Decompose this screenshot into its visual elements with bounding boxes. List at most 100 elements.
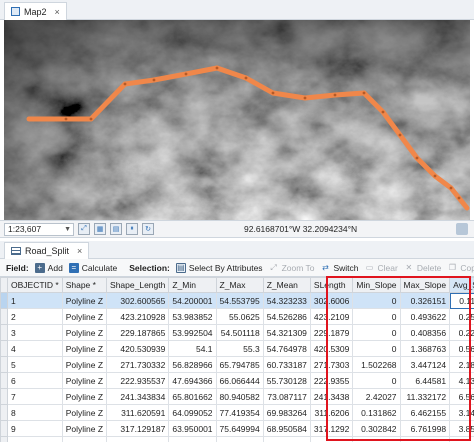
table-cell[interactable]: 0.408356 — [399, 324, 451, 341]
table-cell[interactable]: 55.0625 — [215, 308, 264, 325]
table-cell[interactable]: 75.649994 — [215, 420, 264, 437]
select-by-attributes-button[interactable]: ▤ Select By Attributes — [175, 262, 263, 273]
tab-map2[interactable]: Map2 × — [4, 2, 67, 20]
table-cell[interactable]: 1 — [7, 292, 63, 309]
table-row[interactable]: 10Polyline Z419.40424273.2405779.0975.87… — [0, 436, 474, 442]
table-row[interactable]: 2 Polyline Z 423.210928 53.983852 55.0625 54.… — [0, 308, 474, 325]
table-cell[interactable]: 229.187865 — [106, 324, 170, 341]
column-header-objectid[interactable]: OBJECTID * — [7, 277, 63, 293]
table-icon[interactable]: ▤ — [110, 223, 122, 235]
switch-selection-button[interactable]: ⇄ Switch — [320, 263, 358, 273]
table-cell[interactable]: 2 — [7, 308, 63, 325]
table-cell[interactable]: 55.730128 — [262, 372, 311, 389]
table-cell[interactable]: 54.1 — [168, 340, 217, 357]
column-header-avg-slope[interactable]: Avg_Slope — [449, 277, 474, 293]
table-row[interactable]: 3 Polyline Z 229.187865 53.992504 54.501118 5… — [0, 324, 474, 341]
row-selector[interactable] — [0, 308, 8, 325]
table-cell[interactable]: 0.453622 — [352, 436, 401, 442]
table-cell[interactable]: 302.6006 — [309, 292, 354, 309]
table-cell[interactable]: 302.600565 — [106, 292, 170, 309]
column-header-shape[interactable]: Shape * — [61, 277, 108, 293]
table-cell[interactable]: 0.258839 — [449, 308, 474, 325]
table-cell[interactable]: 4.131296 — [449, 372, 474, 389]
grid-icon[interactable]: ▦ — [94, 223, 106, 235]
table-row[interactable]: 9 Polyline Z 317.129187 63.950001 75.649994 6… — [0, 420, 474, 437]
table-cell[interactable]: 63.950001 — [168, 420, 217, 437]
table-cell[interactable]: 54.200001 — [168, 292, 217, 309]
table-cell[interactable]: Polyline Z — [61, 308, 108, 325]
table-cell[interactable]: 3 — [7, 324, 63, 341]
close-icon[interactable]: × — [55, 7, 60, 17]
table-cell[interactable]: 7 — [7, 388, 63, 405]
table-cell[interactable]: 2.181046 — [449, 356, 474, 373]
table-cell[interactable]: 6.44581 — [399, 372, 451, 389]
row-selector-header[interactable] — [0, 277, 8, 293]
table-cell[interactable]: 423.210928 — [106, 308, 170, 325]
table-cell[interactable]: 69.983264 — [262, 404, 311, 421]
column-header-slength[interactable]: SLength — [309, 277, 354, 293]
table-cell[interactable]: 222.935537 — [106, 372, 170, 389]
row-selector[interactable] — [0, 340, 8, 357]
table-cell[interactable]: 73.24057 — [168, 436, 217, 442]
table-cell[interactable]: 317.129187 — [106, 420, 170, 437]
table-cell[interactable]: 54.764978 — [262, 340, 311, 357]
table-cell[interactable]: 1.502268 — [352, 356, 401, 373]
table-cell[interactable]: 6 — [7, 372, 63, 389]
table-cell[interactable]: 420.530939 — [106, 340, 170, 357]
table-cell[interactable]: 7.859392 — [399, 436, 451, 442]
table-cell[interactable]: 53.983852 — [168, 308, 217, 325]
table-cell[interactable]: 47.694366 — [168, 372, 217, 389]
table-cell[interactable]: 241.343834 — [106, 388, 170, 405]
table-cell[interactable]: 0.221844 — [449, 324, 474, 341]
table-cell[interactable]: 0.326151 — [399, 292, 451, 309]
snapping-icon[interactable] — [456, 223, 468, 235]
row-selector[interactable] — [0, 292, 8, 309]
table-cell[interactable]: 3.857894 — [449, 420, 474, 437]
table-cell[interactable]: 79.09 — [215, 436, 264, 442]
zoom-to-button[interactable]: ⤢ Zoom To — [269, 263, 314, 273]
table-row[interactable]: 4 Polyline Z 420.530939 54.1 55.3 54.764978 42… — [0, 340, 474, 357]
table-cell[interactable]: 2.42027 — [352, 388, 401, 405]
table-row[interactable]: 7 Polyline Z 241.343834 65.801662 80.940582 7… — [0, 388, 474, 405]
row-selector[interactable] — [0, 420, 8, 437]
table-cell[interactable]: 419.4042 — [309, 436, 354, 442]
row-selector[interactable] — [0, 388, 8, 405]
column-header-z-mean[interactable]: Z_Mean — [262, 277, 311, 293]
table-cell[interactable]: 0.560304 — [449, 340, 474, 357]
table-cell[interactable]: 0.302842 — [352, 420, 401, 437]
table-cell[interactable]: 222.9355 — [309, 372, 354, 389]
row-selector[interactable] — [0, 324, 8, 341]
table-cell[interactable]: 66.066444 — [215, 372, 264, 389]
table-cell[interactable]: 0 — [352, 292, 401, 309]
road-segment[interactable] — [302, 92, 338, 101]
table-cell[interactable]: 0 — [352, 308, 401, 325]
delete-button[interactable]: ✕ Delete — [404, 263, 441, 273]
table-cell[interactable]: 6.761998 — [399, 420, 451, 437]
table-cell[interactable]: 271.730332 — [106, 356, 170, 373]
column-header-shape-length[interactable]: Shape_Length — [106, 277, 170, 293]
refresh-icon[interactable]: ↻ — [142, 223, 154, 235]
table-cell[interactable]: 80.940582 — [215, 388, 264, 405]
table-cell[interactable]: 60.733187 — [262, 356, 311, 373]
scale-dropdown[interactable]: 1:23,607 ▼ — [4, 222, 74, 236]
table-cell[interactable]: 73.087117 — [262, 388, 311, 405]
table-cell[interactable]: 317.1292 — [309, 420, 354, 437]
table-cell[interactable]: 271.7303 — [309, 356, 354, 373]
table-cell[interactable]: 54.501118 — [215, 324, 264, 341]
table-cell[interactable]: 55.3 — [215, 340, 264, 357]
table-cell[interactable]: 419.404242 — [106, 436, 170, 442]
table-cell[interactable]: 64.099052 — [168, 404, 217, 421]
table-cell[interactable]: Polyline Z — [61, 340, 108, 357]
table-cell[interactable]: 0.493622 — [399, 308, 451, 325]
close-icon[interactable]: × — [77, 246, 82, 256]
row-selector[interactable] — [0, 372, 8, 389]
table-cell[interactable]: 0 — [352, 324, 401, 341]
table-cell[interactable]: 3.567214 — [449, 436, 474, 442]
table-row[interactable]: 1 Polyline Z 302.600565 54.200001 54.553795 5… — [0, 292, 474, 309]
table-cell[interactable]: 11.332172 — [399, 388, 451, 405]
column-header-z-max[interactable]: Z_Max — [215, 277, 264, 293]
table-cell[interactable]: 229.1879 — [309, 324, 354, 341]
table-cell[interactable]: 8 — [7, 404, 63, 421]
map-canvas[interactable] — [4, 20, 470, 220]
tab-road-split[interactable]: Road_Split × — [4, 242, 90, 259]
